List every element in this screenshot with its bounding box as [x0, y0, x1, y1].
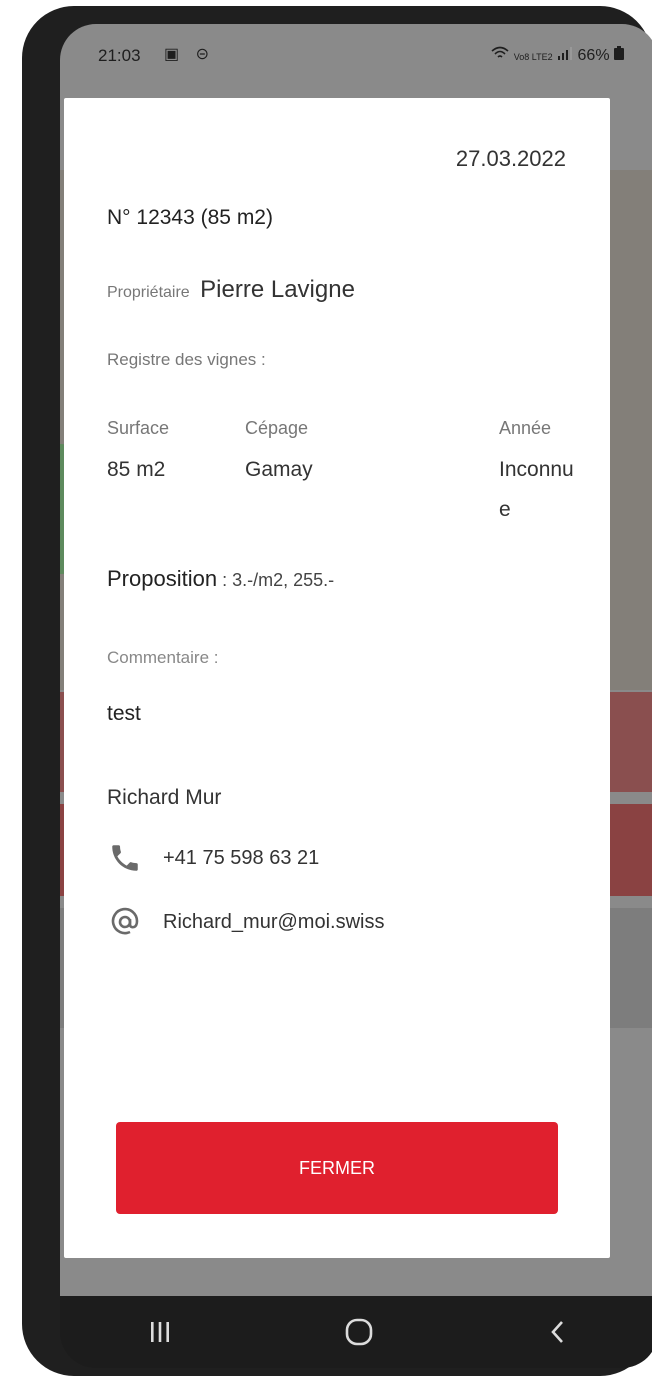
- contact-email-row[interactable]: Richard_mur@moi.swiss: [107, 904, 384, 940]
- status-bar: 21:03 ▣ ⊝ Vo8 LTE2 66%: [60, 24, 652, 88]
- battery-text: 66%: [577, 47, 610, 64]
- battery-icon: [614, 46, 624, 64]
- back-button[interactable]: [518, 1302, 598, 1362]
- parcel-number: N° 12343 (85 m2): [107, 206, 273, 229]
- proposition-value: : 3.-/m2, 255.-: [217, 570, 335, 590]
- notification-icons: ▣ ⊝: [164, 46, 215, 63]
- offer-date: 27.03.2022: [455, 146, 566, 171]
- contact-email[interactable]: Richard_mur@moi.swiss: [163, 911, 384, 934]
- year-header: Année: [499, 418, 552, 438]
- registry-label: Registre des vignes :: [107, 350, 266, 369]
- contact-phone[interactable]: +41 75 598 63 21: [163, 847, 319, 870]
- recent-apps-button[interactable]: [120, 1302, 200, 1362]
- surface-header: Surface: [107, 418, 170, 438]
- parcel-detail-dialog: 27.03.2022 N° 12343 (85 m2) Propriétaire…: [64, 98, 610, 1258]
- grape-header: Cépage: [245, 418, 309, 438]
- signal-icon: [557, 47, 577, 64]
- owner-label: Propriétaire: [107, 284, 190, 301]
- home-icon: [345, 1318, 373, 1346]
- home-button[interactable]: [319, 1302, 399, 1362]
- status-right: Vo8 LTE2 66%: [491, 46, 624, 65]
- status-time: 21:03: [98, 46, 141, 65]
- navigation-bar: [60, 1296, 652, 1368]
- grape-value: Gamay: [245, 458, 313, 481]
- owner-name: Pierre Lavigne: [200, 276, 355, 303]
- contact-name: Richard Mur: [107, 786, 222, 809]
- proposition: Proposition : 3.-/m2, 255.-: [107, 566, 334, 592]
- back-icon: [551, 1321, 564, 1343]
- contact-phone-row[interactable]: +41 75 598 63 21: [107, 840, 319, 876]
- wifi-icon: [491, 46, 513, 64]
- surface-value: 85 m2: [107, 458, 166, 481]
- recent-apps-icon: [150, 1322, 169, 1342]
- close-button[interactable]: FERMER: [116, 1122, 558, 1214]
- comment-label: Commentaire :: [107, 648, 219, 667]
- comment-value: test: [107, 702, 141, 725]
- owner-row: Propriétaire Pierre Lavigne: [107, 276, 355, 304]
- proposition-label: Proposition: [107, 566, 218, 591]
- at-icon: [107, 904, 143, 940]
- year-value: Inconnue: [499, 458, 574, 521]
- signal-label: Vo8 LTE2: [513, 52, 553, 62]
- phone-icon: [107, 840, 143, 876]
